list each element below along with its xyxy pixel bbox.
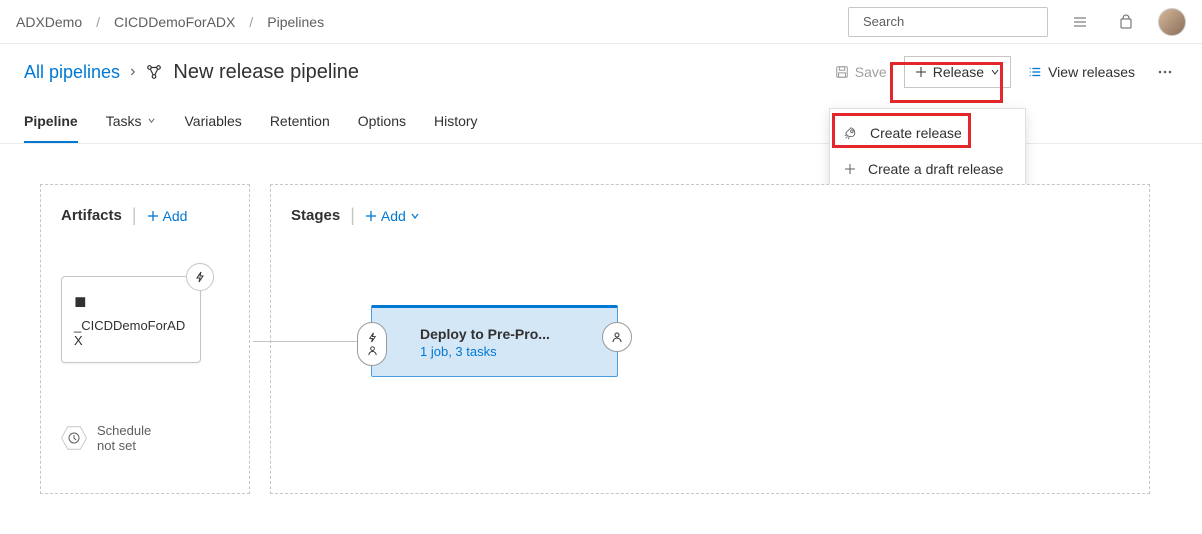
git-icon: ◆ xyxy=(69,289,94,314)
tab-options[interactable]: Options xyxy=(358,100,406,143)
stages-add-button[interactable]: Add xyxy=(365,208,420,224)
shopping-bag-icon[interactable] xyxy=(1112,8,1140,36)
chevron-down-icon xyxy=(147,116,156,125)
save-button[interactable]: Save xyxy=(824,56,898,88)
tab-options-label: Options xyxy=(358,113,406,129)
rocket-icon xyxy=(844,126,858,140)
person-icon xyxy=(611,331,623,343)
pre-deploy-conditions[interactable] xyxy=(357,322,387,366)
pipeline-title: New release pipeline xyxy=(145,61,359,84)
top-bar: ADXDemo / CICDDemoForADX / Pipelines xyxy=(0,0,1202,44)
save-label: Save xyxy=(855,64,887,80)
artifacts-header: Artifacts | Add xyxy=(61,205,229,226)
stages-panel: Stages | Add Deploy to Pre-Pro... 1 job,… xyxy=(270,184,1150,494)
breadcrumb-separator: / xyxy=(96,14,100,30)
tab-variables[interactable]: Variables xyxy=(184,100,241,143)
list-icon xyxy=(1028,65,1042,79)
artifacts-panel: Artifacts | Add ◆ _CICDDemoForADX Schedu… xyxy=(40,184,250,494)
artifacts-add-button[interactable]: Add xyxy=(147,208,188,224)
avatar[interactable] xyxy=(1158,8,1186,36)
pipeline-icon xyxy=(145,63,163,81)
stage-title: Deploy to Pre-Pro... xyxy=(420,326,550,342)
pipeline-title-text: New release pipeline xyxy=(173,61,359,84)
create-release-label: Create release xyxy=(870,125,962,141)
all-pipelines-link[interactable]: All pipelines xyxy=(24,62,120,83)
divider: | xyxy=(350,205,355,226)
breadcrumb-section[interactable]: Pipelines xyxy=(267,14,324,30)
topbar-right xyxy=(848,7,1186,37)
stages-title: Stages xyxy=(291,207,340,224)
artifact-card[interactable]: ◆ _CICDDemoForADX xyxy=(61,276,201,363)
release-button[interactable]: Release xyxy=(904,56,1011,88)
list-view-icon[interactable] xyxy=(1066,8,1094,36)
lightning-icon xyxy=(367,332,378,343)
tab-pipeline-label: Pipeline xyxy=(24,113,78,129)
sub-right: Save Release View releases Create releas… xyxy=(824,56,1178,88)
tab-pipeline[interactable]: Pipeline xyxy=(24,100,78,143)
person-icon xyxy=(367,345,378,356)
save-icon xyxy=(835,65,849,79)
breadcrumb-separator: / xyxy=(249,14,253,30)
connector-line xyxy=(253,341,371,342)
tab-retention[interactable]: Retention xyxy=(270,100,330,143)
divider: | xyxy=(132,205,137,226)
stages-add-label: Add xyxy=(381,208,406,224)
view-releases-button[interactable]: View releases xyxy=(1017,56,1146,88)
tab-retention-label: Retention xyxy=(270,113,330,129)
stage-tasks-link[interactable]: 1 job, 3 tasks xyxy=(420,344,550,359)
chevron-down-icon xyxy=(990,67,1000,77)
stage-content: Deploy to Pre-Pro... 1 job, 3 tasks xyxy=(420,326,550,359)
breadcrumb-org[interactable]: ADXDemo xyxy=(16,14,82,30)
trigger-badge[interactable] xyxy=(186,263,214,291)
tab-tasks-label: Tasks xyxy=(106,113,142,129)
clock-hex xyxy=(61,425,87,451)
search-box[interactable] xyxy=(848,7,1048,37)
tab-tasks[interactable]: Tasks xyxy=(106,100,157,143)
stages-header: Stages | Add xyxy=(291,205,1129,226)
schedule-row[interactable]: Schedule not set xyxy=(61,423,229,453)
release-label: Release xyxy=(933,64,984,80)
tab-variables-label: Variables xyxy=(184,113,241,129)
artifact-name: _CICDDemoForADX xyxy=(74,318,188,348)
sub-header: All pipelines › New release pipeline Sav… xyxy=(0,44,1202,100)
tab-history-label: History xyxy=(434,113,478,129)
tab-history[interactable]: History xyxy=(434,100,478,143)
clock-icon xyxy=(68,432,80,444)
plus-icon xyxy=(915,66,927,78)
stage-card[interactable]: Deploy to Pre-Pro... 1 job, 3 tasks xyxy=(371,305,618,377)
sub-left: All pipelines › New release pipeline xyxy=(24,61,359,84)
canvas: Artifacts | Add ◆ _CICDDemoForADX Schedu… xyxy=(0,144,1202,534)
breadcrumb: ADXDemo / CICDDemoForADX / Pipelines xyxy=(16,14,324,30)
artifacts-add-label: Add xyxy=(163,208,188,224)
plus-icon xyxy=(365,210,377,222)
more-button[interactable] xyxy=(1152,56,1178,88)
schedule-label: Schedule not set xyxy=(97,423,157,453)
post-deploy-conditions[interactable] xyxy=(602,322,632,352)
view-releases-label: View releases xyxy=(1048,64,1135,80)
chevron-right-icon: › xyxy=(130,63,135,81)
chevron-down-icon xyxy=(410,211,420,221)
lightning-icon xyxy=(194,271,206,283)
plus-icon xyxy=(147,210,159,222)
artifacts-title: Artifacts xyxy=(61,207,122,224)
breadcrumb-project[interactable]: CICDDemoForADX xyxy=(114,14,235,30)
search-input[interactable] xyxy=(863,14,1039,29)
more-icon xyxy=(1157,64,1173,80)
